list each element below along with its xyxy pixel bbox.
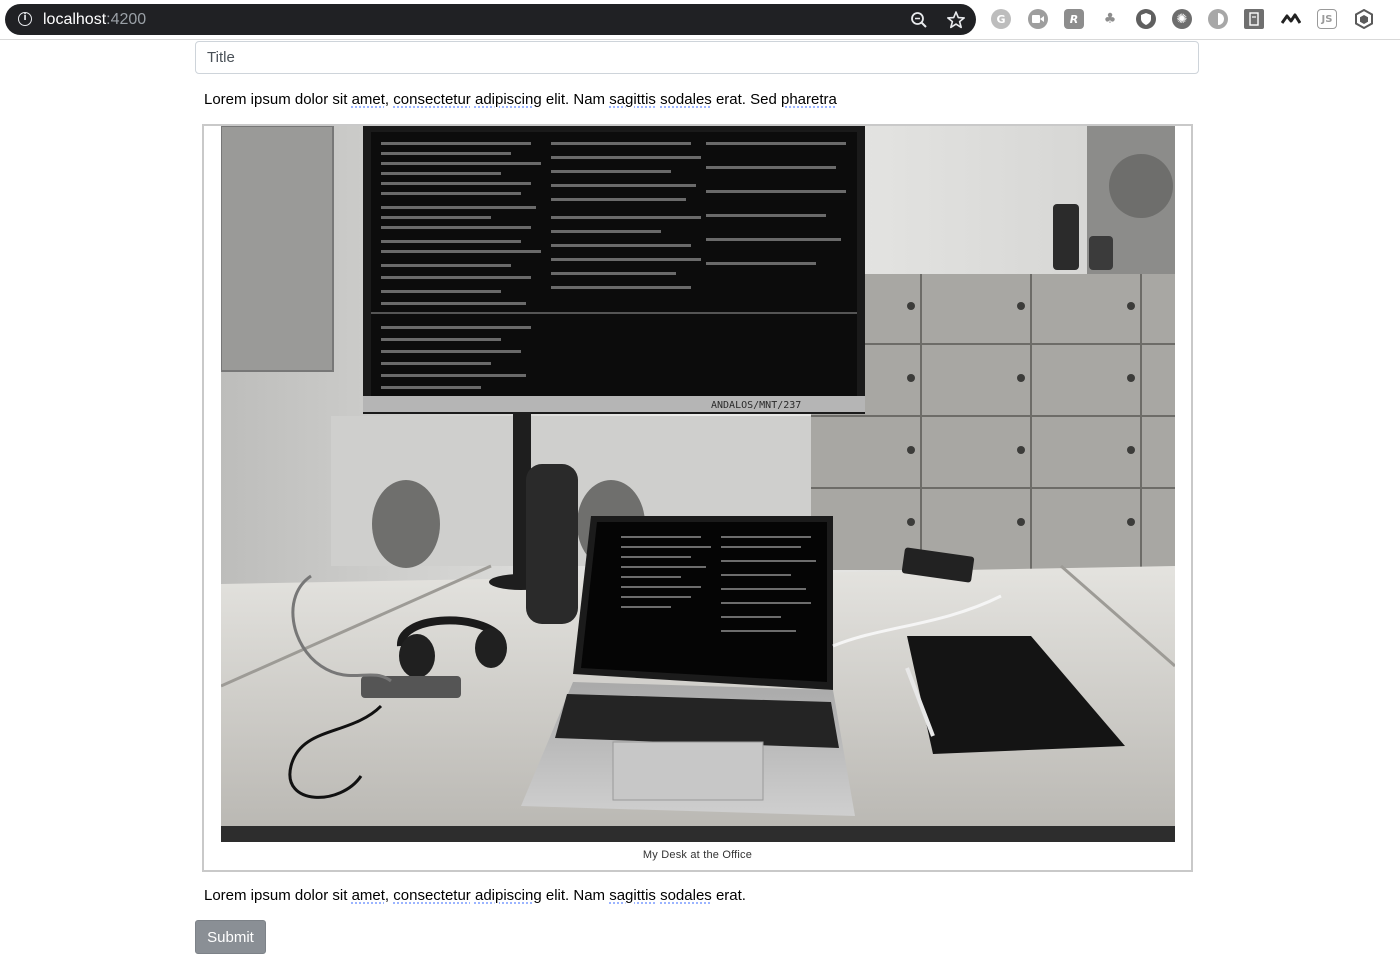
image-figure[interactable]: ANDALOS/MNT/237 My Desk at the Office (202, 124, 1193, 872)
address-bar[interactable]: i localhost:4200 (5, 4, 976, 35)
misspelled-word[interactable]: consectetur (393, 887, 471, 904)
misspelled-word[interactable]: sagittis (609, 887, 656, 904)
js-icon[interactable]: JS (1317, 9, 1337, 29)
text-segment: Lorem ipsum dolor sit (204, 887, 352, 904)
text-segment: , (384, 91, 394, 108)
browser-toolbar: i localhost:4200 G R ♣ ✺ JS (0, 0, 1400, 40)
wave-logo-icon[interactable] (1281, 9, 1301, 29)
misspelled-word[interactable]: amet (352, 91, 385, 108)
submit-button[interactable]: Submit (195, 920, 266, 954)
desk-photo: ANDALOS/MNT/237 (221, 126, 1175, 842)
zoom-icon[interactable] (908, 9, 930, 31)
book-icon[interactable] (1244, 9, 1264, 29)
grammarly-icon[interactable]: G (991, 9, 1011, 29)
closing-paragraph: Lorem ipsum dolor sit amet, consectetur … (204, 886, 746, 906)
tree-icon[interactable]: ♣ (1100, 9, 1120, 29)
url-text[interactable]: localhost:4200 (43, 10, 146, 29)
text-segment: elit. Nam (541, 91, 610, 108)
r-extension-icon[interactable]: R (1064, 9, 1084, 29)
intro-paragraph: Lorem ipsum dolor sit amet, consectetur … (204, 90, 837, 110)
text-segment: , (384, 887, 394, 904)
text-segment: erat. Sed (711, 91, 781, 108)
misspelled-word[interactable]: amet (352, 887, 385, 904)
misspelled-word[interactable]: adipiscing (475, 91, 542, 108)
text-segment: erat. (711, 887, 746, 904)
figure-caption: My Desk at the Office (642, 849, 753, 861)
text-segment: Lorem ipsum dolor sit (204, 91, 352, 108)
misspelled-word[interactable]: consectetur (393, 91, 471, 108)
misspelled-word[interactable]: sodales (660, 887, 712, 904)
url-host: localhost (43, 11, 107, 28)
text-segment: elit. Nam (541, 887, 610, 904)
site-info-icon[interactable]: i (18, 12, 32, 26)
shield-icon[interactable] (1136, 9, 1156, 29)
misspelled-word[interactable]: sagittis (609, 91, 656, 108)
misspelled-word[interactable]: adipiscing (475, 887, 542, 904)
monitor-label: ANDALOS/MNT/237 (711, 400, 801, 411)
url-port: :4200 (106, 11, 147, 28)
misspelled-word[interactable]: pharetra (781, 91, 837, 108)
dribbble-icon[interactable]: ✺ (1172, 9, 1192, 29)
misspelled-word[interactable]: sodales (660, 91, 712, 108)
bookmark-star-icon[interactable] (945, 9, 967, 31)
screen-recorder-icon[interactable] (1028, 9, 1048, 29)
half-circle-icon[interactable] (1208, 9, 1228, 29)
hexagon-icon[interactable] (1354, 9, 1374, 29)
title-input[interactable] (195, 41, 1199, 74)
